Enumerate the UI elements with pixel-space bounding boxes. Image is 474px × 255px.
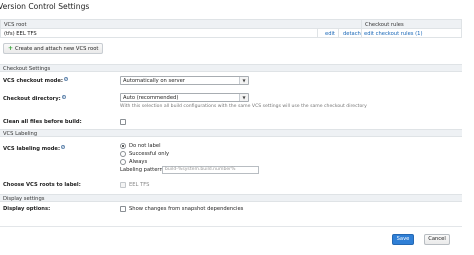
section-vcs-labeling: VCS Labeling bbox=[0, 129, 462, 137]
table-row: (tfs) EEL TFS edit detach edit checkout … bbox=[1, 29, 461, 38]
detach-vcs-root-link[interactable]: detach bbox=[343, 31, 361, 37]
show-changes-text: Show changes from snapshot dependencies bbox=[129, 206, 244, 212]
help-icon[interactable]: ? bbox=[63, 77, 68, 81]
label-root-eel-tfs-checkbox[interactable] bbox=[120, 182, 126, 188]
checkout-directory-label: Checkout directory:? bbox=[3, 95, 66, 102]
help-icon[interactable]: ? bbox=[61, 145, 66, 149]
vcs-checkout-mode-value: Automatically on server bbox=[123, 78, 185, 84]
footer-divider bbox=[0, 226, 462, 227]
checkout-directory-label-text: Checkout directory: bbox=[3, 96, 61, 102]
radio-do-not-label-text: Do not label bbox=[129, 143, 161, 149]
column-divider bbox=[317, 29, 318, 38]
header-vcs-root: VCS root bbox=[4, 21, 27, 28]
chevron-down-icon: ▼ bbox=[239, 77, 248, 84]
show-changes-checkbox[interactable] bbox=[120, 206, 126, 212]
radio-successful-only[interactable] bbox=[120, 151, 126, 157]
cancel-button[interactable]: Cancel bbox=[424, 234, 450, 245]
vcs-labeling-mode-label: VCS labeling mode:? bbox=[3, 145, 66, 152]
clean-all-files-label: Clean all files before build: bbox=[3, 119, 82, 125]
column-divider bbox=[338, 29, 339, 38]
radio-successful-only-text: Successful only bbox=[129, 151, 170, 157]
create-attach-vcs-root-button[interactable]: + Create and attach new VCS root bbox=[3, 43, 104, 54]
radio-do-not-label[interactable] bbox=[120, 143, 126, 149]
vcs-roots-table: VCS root Checkout rules (tfs) EEL TFS ed… bbox=[0, 19, 462, 38]
page-title: Version Control Settings bbox=[0, 2, 90, 11]
checkout-directory-note: With this selection all build configurat… bbox=[120, 104, 367, 109]
radio-always[interactable] bbox=[120, 159, 126, 165]
edit-vcs-root-link[interactable]: edit bbox=[325, 31, 335, 37]
create-attach-vcs-root-label: Create and attach new VCS root bbox=[15, 45, 99, 52]
vcs-checkout-mode-select[interactable]: Automatically on server ▼ bbox=[120, 76, 249, 85]
vcs-table-header: VCS root Checkout rules bbox=[1, 20, 461, 29]
column-divider bbox=[361, 29, 362, 38]
vcs-checkout-mode-label: VCS checkout mode:? bbox=[3, 77, 68, 84]
vcs-labeling-mode-label-text: VCS labeling mode: bbox=[3, 146, 61, 152]
help-icon[interactable]: ? bbox=[61, 95, 66, 99]
vcs-checkout-mode-label-text: VCS checkout mode: bbox=[3, 78, 63, 84]
label-root-eel-tfs-text: EEL TFS bbox=[129, 182, 150, 188]
header-checkout-rules: Checkout rules bbox=[361, 20, 461, 28]
vcs-root-name: (tfs) EEL TFS bbox=[4, 31, 37, 37]
checkout-directory-value: Auto (recommended) bbox=[123, 95, 179, 101]
section-display-settings: Display settings bbox=[0, 194, 462, 202]
labeling-pattern-input[interactable]: build-%system.build.number% bbox=[162, 166, 259, 174]
section-checkout-settings: Checkout Settings bbox=[0, 64, 462, 72]
radio-always-text: Always bbox=[129, 159, 148, 165]
choose-vcs-roots-label: Choose VCS roots to label: bbox=[3, 182, 81, 188]
checkout-directory-select[interactable]: Auto (recommended) ▼ bbox=[120, 93, 249, 102]
save-button[interactable]: Save bbox=[392, 234, 414, 245]
plus-icon: + bbox=[8, 45, 14, 52]
labeling-pattern-label: Labeling pattern: bbox=[120, 167, 165, 173]
clean-all-files-checkbox[interactable] bbox=[120, 119, 126, 125]
display-options-label: Display options: bbox=[3, 206, 51, 212]
chevron-down-icon: ▼ bbox=[239, 94, 248, 101]
edit-checkout-rules-link[interactable]: edit checkout rules (1) bbox=[364, 31, 423, 37]
